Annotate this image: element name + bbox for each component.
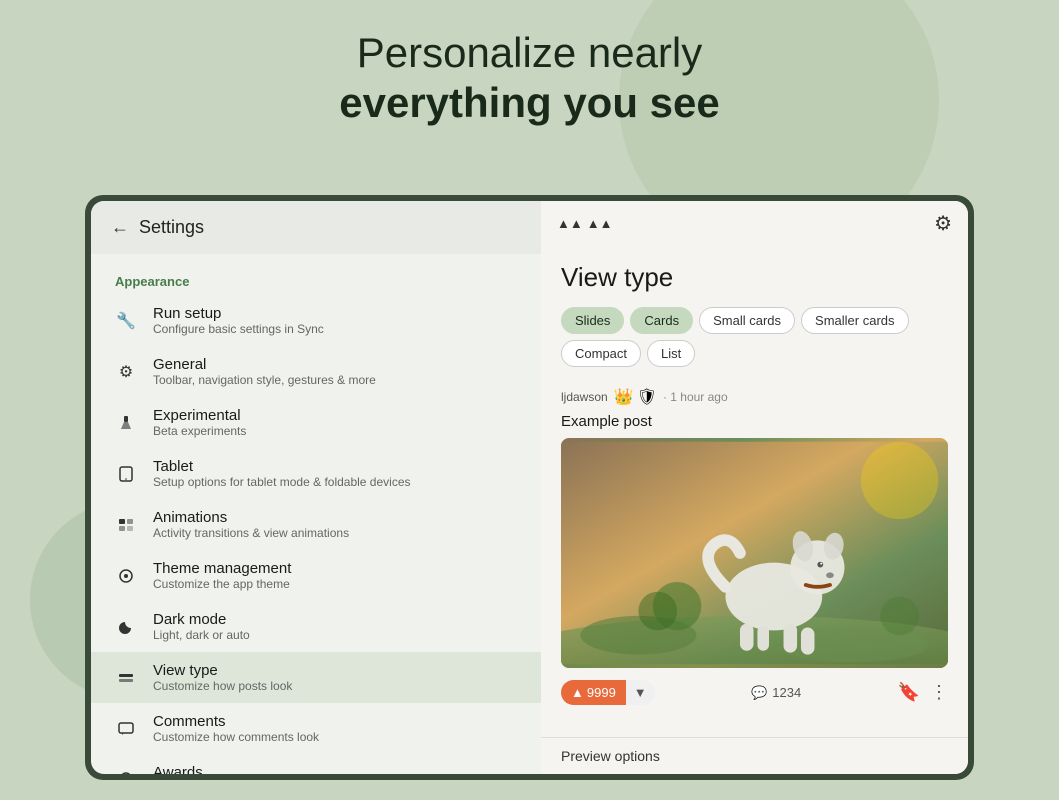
comments-title: Comments	[153, 713, 319, 730]
crown-icon: 👑	[614, 387, 634, 407]
post-username: ljdawson	[561, 390, 608, 404]
settings-item-comments[interactable]: Comments Customize how comments look	[91, 703, 541, 754]
theme-text: Theme management Customize the app theme	[153, 560, 291, 591]
view-type-heading: View type	[561, 262, 948, 293]
settings-item-view-type[interactable]: View type Customize how posts look	[91, 652, 541, 703]
tab-compact[interactable]: Compact	[561, 340, 641, 367]
comment-count: 1234	[772, 685, 801, 700]
general-subtitle: Toolbar, navigation style, gestures & mo…	[153, 373, 376, 387]
upvote-arrow-icon: ▲	[571, 685, 584, 700]
settings-item-general[interactable]: ⚙ General Toolbar, navigation style, ges…	[91, 346, 541, 397]
settings-item-dark-mode[interactable]: Dark mode Light, dark or auto	[91, 601, 541, 652]
preview-options-bar: Preview options	[541, 737, 968, 774]
post-image	[561, 438, 948, 668]
experimental-subtitle: Beta experiments	[153, 424, 246, 438]
post-title: Example post	[561, 413, 948, 430]
back-button[interactable]: ←	[111, 217, 129, 238]
comments-text: Comments Customize how comments look	[153, 713, 319, 744]
dark-mode-subtitle: Light, dark or auto	[153, 628, 250, 642]
tablet-icon	[115, 463, 137, 485]
status-icons: ▲▲ ▲▲	[557, 216, 612, 231]
general-title: General	[153, 356, 376, 373]
animations-icon	[115, 514, 137, 536]
settings-gear-icon[interactable]: ⚙	[934, 211, 952, 236]
comment-bubble-icon: 💬	[751, 685, 767, 701]
downvote-arrow-icon: ▼	[634, 685, 647, 700]
downvote-button[interactable]: ▼	[626, 680, 655, 705]
run-setup-title: Run setup	[153, 305, 324, 322]
comment-area[interactable]: 💬 1234	[751, 685, 801, 701]
view-panel-header: ▲▲ ▲▲ ⚙	[541, 201, 968, 246]
post-actions-right: 🔖 ⋮	[898, 682, 948, 703]
awards-text: Awards Customize how awards are shown	[153, 764, 336, 774]
animations-text: Animations Activity transitions & view a…	[153, 509, 349, 540]
view-type-text: View type Customize how posts look	[153, 662, 292, 693]
comments-subtitle: Customize how comments look	[153, 730, 319, 744]
settings-item-tablet[interactable]: Tablet Setup options for tablet mode & f…	[91, 448, 541, 499]
animations-title: Animations	[153, 509, 349, 526]
settings-item-awards[interactable]: Awards Customize how awards are shown	[91, 754, 541, 774]
settings-item-run-setup[interactable]: 🔧 Run setup Configure basic settings in …	[91, 295, 541, 346]
dark-mode-text: Dark mode Light, dark or auto	[153, 611, 250, 642]
preview-options-label: Preview options	[561, 748, 660, 764]
comments-icon	[115, 718, 137, 740]
view-type-icon	[115, 667, 137, 689]
upvote-button[interactable]: ▲ 9999	[561, 680, 626, 705]
tablet-title: Tablet	[153, 458, 411, 475]
dark-mode-icon	[115, 616, 137, 638]
settings-panel: ← Settings Appearance 🔧 Run setup Config…	[91, 201, 541, 774]
theme-title: Theme management	[153, 560, 291, 577]
vote-count: 9999	[587, 685, 616, 700]
tab-list[interactable]: List	[647, 340, 695, 367]
settings-title: Settings	[139, 217, 204, 238]
wifi-icon: ▲▲	[557, 216, 583, 231]
bookmark-icon[interactable]: 🔖	[898, 682, 920, 703]
device-screen: ← Settings Appearance 🔧 Run setup Config…	[91, 201, 968, 774]
tablet-subtitle: Setup options for tablet mode & foldable…	[153, 475, 411, 489]
experimental-icon	[115, 412, 137, 434]
run-setup-icon: 🔧	[115, 310, 137, 332]
tablet-text: Tablet Setup options for tablet mode & f…	[153, 458, 411, 489]
experimental-title: Experimental	[153, 407, 246, 424]
tab-smaller-cards[interactable]: Smaller cards	[801, 307, 908, 334]
more-options-icon[interactable]: ⋮	[930, 682, 948, 703]
header-line2: everything you see	[0, 78, 1059, 128]
device-frame: ← Settings Appearance 🔧 Run setup Config…	[85, 195, 974, 780]
view-type-tabs: Slides Cards Small cards Smaller cards C…	[561, 307, 948, 367]
settings-item-animations[interactable]: Animations Activity transitions & view a…	[91, 499, 541, 550]
post-meta: ljdawson 👑 🛡 · 1 hour ago	[561, 387, 948, 407]
view-type-panel: ▲▲ ▲▲ ⚙ View type Slides Cards Small car…	[541, 201, 968, 774]
post-time: · 1 hour ago	[663, 390, 728, 404]
post-actions: ▲ 9999 ▼ 💬 1234 🔖 ⋮	[561, 680, 948, 705]
experimental-text: Experimental Beta experiments	[153, 407, 246, 438]
header-section: Personalize nearly everything you see	[0, 28, 1059, 129]
tab-small-cards[interactable]: Small cards	[699, 307, 795, 334]
post-badges: 👑 🛡	[614, 387, 657, 407]
view-type-subtitle: Customize how posts look	[153, 679, 292, 693]
tab-cards[interactable]: Cards	[630, 307, 693, 334]
signal-icon: ▲▲	[587, 216, 613, 231]
settings-body: Appearance 🔧 Run setup Configure basic s…	[91, 254, 541, 774]
settings-item-theme[interactable]: Theme management Customize the app theme	[91, 550, 541, 601]
section-appearance-label: Appearance	[91, 262, 541, 295]
shield-icon: 🛡	[637, 387, 657, 407]
settings-item-experimental[interactable]: Experimental Beta experiments	[91, 397, 541, 448]
awards-icon	[115, 769, 137, 775]
animations-subtitle: Activity transitions & view animations	[153, 526, 349, 540]
run-setup-text: Run setup Configure basic settings in Sy…	[153, 305, 324, 336]
theme-subtitle: Customize the app theme	[153, 577, 291, 591]
general-text: General Toolbar, navigation style, gestu…	[153, 356, 376, 387]
view-panel-content: View type Slides Cards Small cards Small…	[541, 246, 968, 737]
header-line1: Personalize nearly	[0, 28, 1059, 78]
theme-icon	[115, 565, 137, 587]
settings-header: ← Settings	[91, 201, 541, 254]
awards-title: Awards	[153, 764, 336, 774]
run-setup-subtitle: Configure basic settings in Sync	[153, 322, 324, 336]
view-type-title-text: View type	[153, 662, 292, 679]
dark-mode-title: Dark mode	[153, 611, 250, 628]
general-icon: ⚙	[115, 361, 137, 383]
vote-area: ▲ 9999 ▼	[561, 680, 655, 705]
tab-slides[interactable]: Slides	[561, 307, 624, 334]
